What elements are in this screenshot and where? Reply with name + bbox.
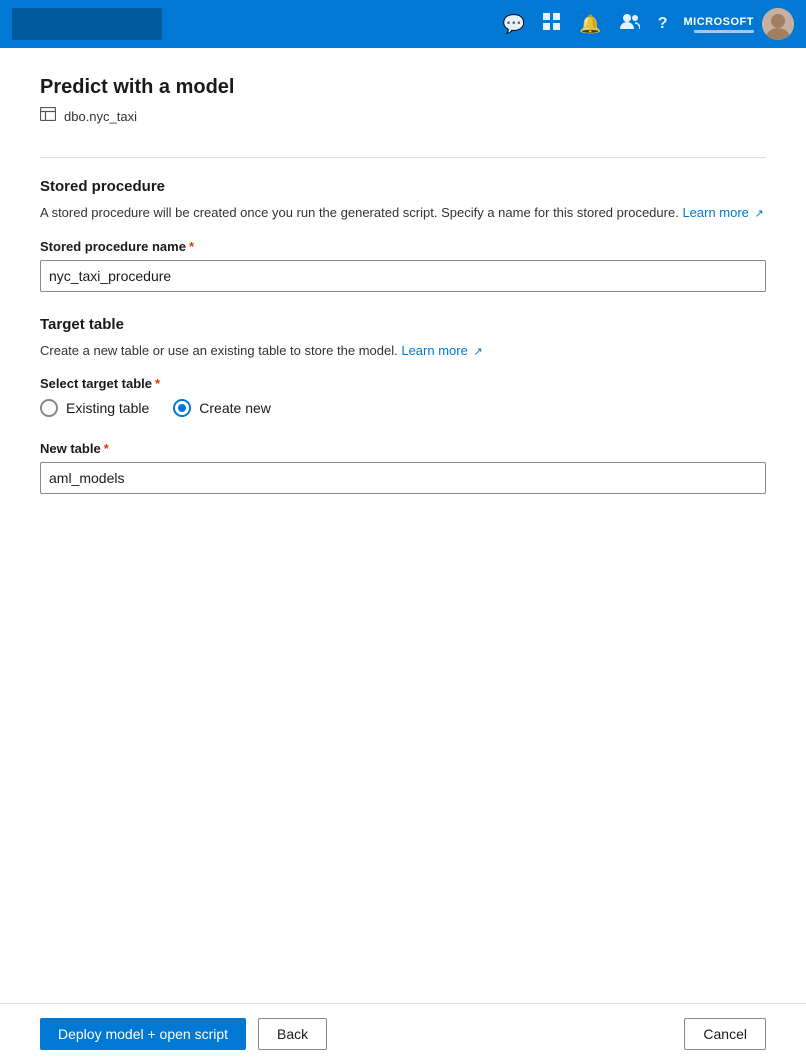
radio-create-new-label: Create new bbox=[199, 400, 271, 416]
procedure-name-label: Stored procedure name* bbox=[40, 239, 766, 254]
brand-label: MICROSOFT bbox=[684, 16, 755, 28]
back-button[interactable]: Back bbox=[258, 1018, 327, 1050]
stored-procedure-desc: A stored procedure will be created once … bbox=[40, 203, 766, 223]
chat-icon[interactable]: 💬 bbox=[503, 14, 525, 35]
radio-create-new-outer bbox=[173, 399, 191, 417]
table-ref: dbo.nyc_taxi bbox=[40, 107, 766, 125]
required-star-2: * bbox=[155, 376, 160, 391]
new-table-input[interactable] bbox=[40, 462, 766, 494]
new-table-label: New table* bbox=[40, 441, 766, 456]
grid-icon[interactable] bbox=[543, 13, 561, 36]
user-bar bbox=[694, 30, 754, 33]
page-title: Predict with a model bbox=[40, 76, 766, 99]
radio-create-new-inner bbox=[178, 404, 186, 412]
procedure-name-input[interactable] bbox=[40, 260, 766, 292]
divider-1 bbox=[40, 157, 766, 158]
select-target-label: Select target table* bbox=[40, 376, 766, 391]
stored-procedure-section: Stored procedure A stored procedure will… bbox=[40, 178, 766, 292]
topbar-user: MICROSOFT bbox=[684, 16, 755, 33]
target-table-learn-more[interactable]: Learn more ↗ bbox=[401, 343, 482, 358]
table-icon bbox=[40, 107, 56, 125]
new-table-section: New table* bbox=[40, 441, 766, 494]
radio-group: Existing table Create new bbox=[40, 399, 766, 417]
topbar-icons: 💬 🔔 ? bbox=[503, 13, 668, 36]
external-link-icon: ↗ bbox=[755, 206, 764, 223]
people-icon[interactable] bbox=[620, 13, 640, 36]
target-table-section: Target table Create a new table or use a… bbox=[40, 316, 766, 418]
main-content: Predict with a model dbo.nyc_taxi Stored… bbox=[0, 48, 806, 1003]
radio-existing-table[interactable]: Existing table bbox=[40, 399, 149, 417]
target-table-title: Target table bbox=[40, 316, 766, 333]
cancel-button[interactable]: Cancel bbox=[684, 1018, 766, 1050]
required-star-3: * bbox=[104, 441, 109, 456]
radio-existing-outer bbox=[40, 399, 58, 417]
radio-existing-label: Existing table bbox=[66, 400, 149, 416]
stored-procedure-learn-more[interactable]: Learn more ↗ bbox=[682, 205, 763, 220]
avatar[interactable] bbox=[762, 8, 794, 40]
radio-create-new[interactable]: Create new bbox=[173, 399, 271, 417]
table-name: dbo.nyc_taxi bbox=[64, 109, 137, 124]
required-star: * bbox=[189, 239, 194, 254]
help-icon[interactable]: ? bbox=[658, 15, 668, 33]
bell-icon[interactable]: 🔔 bbox=[579, 14, 601, 35]
target-table-desc: Create a new table or use an existing ta… bbox=[40, 341, 766, 361]
deploy-button[interactable]: Deploy model + open script bbox=[40, 1018, 246, 1050]
stored-procedure-title: Stored procedure bbox=[40, 178, 766, 195]
topbar: 💬 🔔 ? MICROSOFT bbox=[0, 0, 806, 48]
bottom-bar: Deploy model + open script Back Cancel bbox=[0, 1003, 806, 1063]
external-link-icon-2: ↗ bbox=[473, 344, 482, 361]
app-logo[interactable] bbox=[12, 8, 162, 40]
